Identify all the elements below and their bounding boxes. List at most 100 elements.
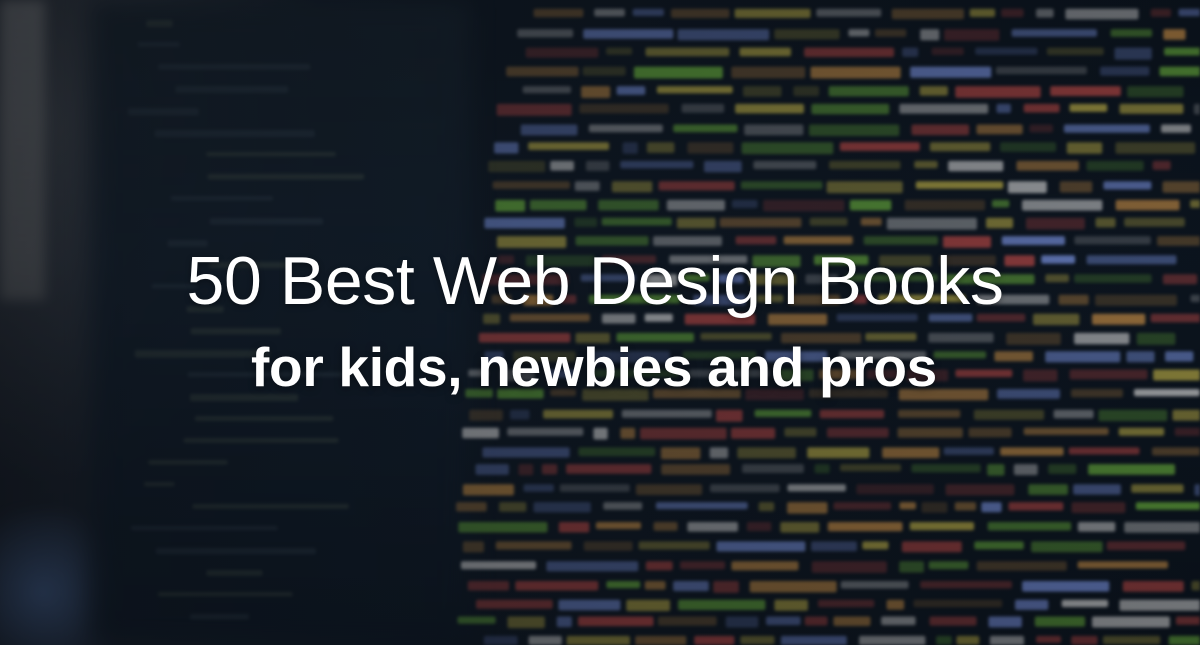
code-fragment [1098,409,1168,422]
code-fragment [1152,447,1200,456]
code-fragment [517,29,574,38]
page-subtitle: for kids, newbies and pros [251,336,937,398]
code-fragment [606,581,641,589]
code-fragment [655,502,748,510]
code-fragment [904,199,986,211]
code-fragment [975,47,1038,55]
code-fragment [462,484,514,496]
code-fragment [1174,427,1200,436]
code-fragment [1008,502,1064,511]
code-fragment [1077,561,1168,569]
code-fragment [976,561,1067,571]
code-fragment [638,541,710,550]
code-fragment [529,199,587,211]
code-fragment [595,522,641,530]
code-fragment [462,427,499,439]
code-fragment [566,464,652,474]
side-code-fragment [183,438,339,443]
code-fragment [583,541,633,551]
code-fragment [981,502,1002,513]
code-fragment [1033,313,1080,326]
code-fragment [987,464,1005,476]
code-fragment [784,427,817,437]
code-fragment [1073,484,1121,495]
code-fragment [928,561,969,570]
code-fragment [462,541,484,553]
code-fragment [1071,502,1126,513]
code-fragment [919,86,948,96]
code-fragment [954,502,977,511]
code-fragment [754,409,812,417]
code-fragment [550,160,574,171]
code-fragment [744,124,804,136]
side-code-fragment [154,130,315,138]
code-fragment [817,599,875,608]
code-fragment [725,616,759,628]
side-code-fragment [209,218,324,225]
code-fragment [1092,313,1146,325]
code-fragment [574,181,600,191]
code-fragment [809,217,848,226]
code-fragment [1053,409,1094,419]
code-fragment [986,217,1014,229]
side-code-fragment [190,328,281,335]
code-fragment [636,484,703,495]
code-fragment [740,635,775,645]
code-fragment [1086,160,1144,171]
code-fragment [543,409,614,419]
code-fragment [492,181,570,189]
side-code-fragment [137,42,180,47]
code-fragment [1016,160,1079,171]
code-fragment [594,8,625,17]
code-fragment [488,160,546,173]
code-fragment [496,103,572,116]
code-fragment [1194,484,1200,496]
code-fragment [780,635,847,645]
page-title: 50 Best Web Design Books [186,243,1004,319]
code-fragment [833,502,892,510]
code-fragment [657,616,717,626]
code-fragment [976,124,1023,135]
code-fragment [1036,8,1054,18]
code-fragment [1162,181,1200,193]
code-fragment [558,599,621,611]
code-fragment [899,561,924,573]
code-fragment [1157,236,1200,246]
code-fragment [899,103,989,114]
code-fragment [671,8,730,18]
code-fragment [902,47,919,57]
code-fragment [1000,447,1064,456]
code-fragment [1023,103,1060,113]
code-fragment [556,616,572,628]
side-code-fragment [144,482,175,487]
code-fragment [829,160,901,170]
code-fragment [658,181,735,191]
blurred-code-background [127,8,1200,645]
code-fragment [929,616,977,626]
code-fragment [948,160,1004,172]
code-fragment [620,427,636,439]
code-fragment [1013,464,1038,476]
code-fragment [968,427,1012,438]
code-fragment [996,103,1011,113]
code-fragment [601,217,672,226]
code-fragment [810,66,901,79]
code-fragment [1110,29,1153,37]
code-fragment [520,124,578,136]
code-fragment [911,464,981,473]
code-fragment [859,635,926,645]
code-fragment [758,502,775,512]
code-fragment [704,160,742,173]
code-fragment [901,541,962,553]
code-fragment [819,409,885,419]
code-fragment [804,47,895,57]
side-code-fragment [148,460,228,465]
code-fragment [936,635,952,645]
code-fragment [660,447,701,460]
code-fragment [1178,8,1200,17]
code-fragment [1061,599,1109,608]
code-fragment [1074,236,1151,245]
code-fragment [920,29,940,41]
code-fragment [731,199,758,208]
code-fragment [1115,142,1196,154]
